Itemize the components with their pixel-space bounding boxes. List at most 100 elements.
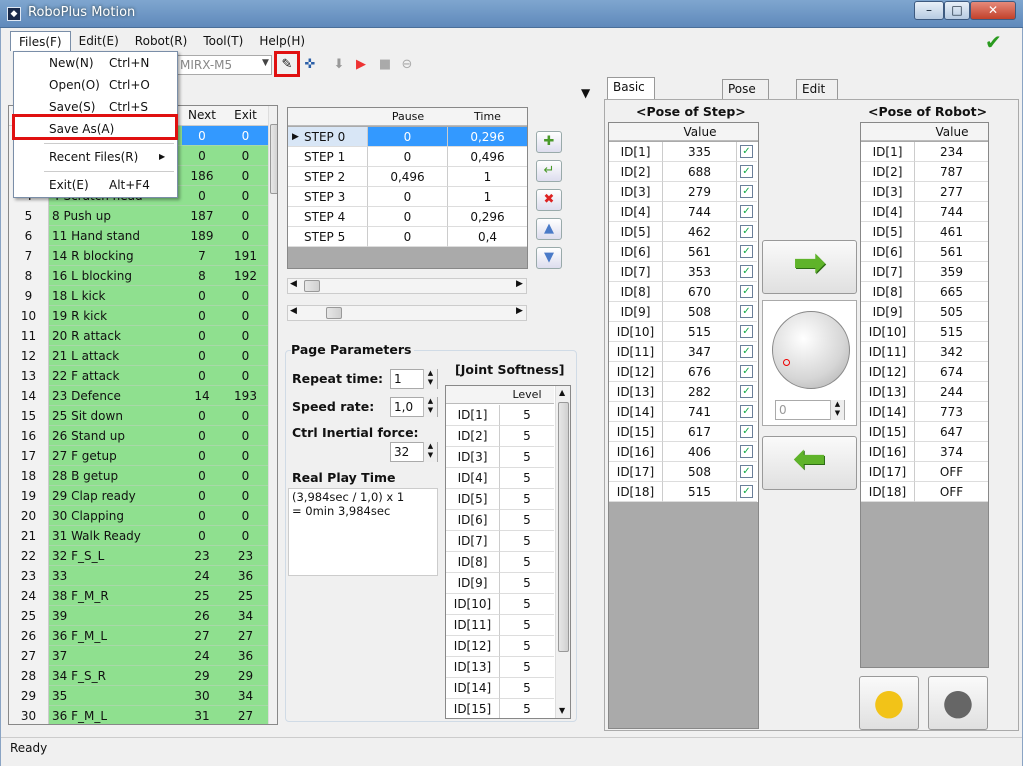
page-row-exit[interactable]: 27	[222, 626, 269, 646]
joint-level[interactable]: 5	[500, 489, 554, 510]
page-row-exit[interactable]: 34	[222, 606, 269, 626]
page-row[interactable]: 23 33 24 36	[9, 566, 269, 586]
menu-edit[interactable]: Edit(E)	[71, 31, 127, 51]
pose-value[interactable]: 741	[663, 402, 737, 422]
page-row-next[interactable]: 0	[182, 366, 222, 386]
pose-value[interactable]: 688	[663, 162, 737, 182]
joint-level[interactable]: 5	[500, 657, 554, 678]
robot-pose-row[interactable]: ID[1] 234	[861, 142, 988, 162]
page-row-exit[interactable]: 0	[222, 486, 269, 506]
step-pose-row[interactable]: ID[7] 353 ✓	[609, 262, 758, 282]
page-row-next[interactable]: 27	[182, 626, 222, 646]
dial-spinner[interactable]: ▲ ▼	[830, 400, 844, 420]
page-row-next[interactable]: 0	[182, 306, 222, 326]
page-row[interactable]: 28 34 F_S_R 29 29	[9, 666, 269, 686]
joint-level[interactable]: 5	[500, 678, 554, 699]
step-row[interactable]: STEP 4 0 0,296	[288, 207, 527, 227]
checkbox-icon[interactable]: ✓	[740, 345, 753, 358]
joint-level[interactable]: 5	[500, 573, 554, 594]
joint-level[interactable]: 5	[500, 615, 554, 636]
page-row[interactable]: 11 20 R attack 0 0	[9, 326, 269, 346]
step-pose-row[interactable]: ID[16] 406 ✓	[609, 442, 758, 462]
step-pose-row[interactable]: ID[9] 508 ✓	[609, 302, 758, 322]
joint-level[interactable]: 5	[500, 552, 554, 573]
checkbox-icon[interactable]: ✓	[740, 185, 753, 198]
page-row-exit[interactable]: 0	[222, 406, 269, 426]
robot-pose-row[interactable]: ID[15] 647	[861, 422, 988, 442]
page-row-exit[interactable]: 193	[222, 386, 269, 406]
step-time[interactable]: 1	[448, 167, 527, 187]
page-row-next[interactable]: 0	[182, 526, 222, 546]
step-hscrollbar-2[interactable]: ◀ ▶	[287, 305, 527, 321]
step-pause[interactable]: 0,496	[368, 167, 448, 187]
page-row[interactable]: 15 25 Sit down 0 0	[9, 406, 269, 426]
page-row-next[interactable]: 7	[182, 246, 222, 266]
robot-pose-row[interactable]: ID[2] 787	[861, 162, 988, 182]
joint-row[interactable]: ID[14] 5	[446, 678, 554, 699]
page-row-exit[interactable]: 192	[222, 266, 269, 286]
page-row-next[interactable]: 0	[182, 286, 222, 306]
page-row-exit[interactable]: 36	[222, 566, 269, 586]
page-row-next[interactable]: 0	[182, 346, 222, 366]
page-row[interactable]: 19 29 Clap ready 0 0	[9, 486, 269, 506]
page-row-next[interactable]: 24	[182, 566, 222, 586]
pose-value[interactable]: 508	[663, 302, 737, 322]
page-row[interactable]: 29 35 30 34	[9, 686, 269, 706]
checkbox-icon[interactable]: ✓	[740, 325, 753, 338]
insert-step-icon[interactable]: ↵	[536, 160, 562, 182]
step-row[interactable]: STEP 5 0 0,4	[288, 227, 527, 247]
page-row-next[interactable]: 23	[182, 546, 222, 566]
step-pose-row[interactable]: ID[18] 515 ✓	[609, 482, 758, 502]
page-row-exit[interactable]: 0	[222, 346, 269, 366]
close-button[interactable]: ✕	[970, 1, 1016, 20]
pose-value[interactable]: 508	[663, 462, 737, 482]
page-row-exit[interactable]: 29	[222, 666, 269, 686]
step-pose-row[interactable]: ID[2] 688 ✓	[609, 162, 758, 182]
page-row[interactable]: 21 31 Walk Ready 0 0	[9, 526, 269, 546]
checkbox-icon[interactable]: ✓	[740, 425, 753, 438]
pose-value[interactable]: 515	[663, 482, 737, 502]
menu-open[interactable]: Open(O) Ctrl+O	[14, 75, 177, 95]
pose-value[interactable]: 282	[663, 382, 737, 402]
step-hscrollbar-1[interactable]: ◀ ▶	[287, 278, 527, 294]
inertial-force-spinner[interactable]: ▲ ▼	[423, 442, 437, 462]
delete-step-button[interactable]: ✖	[536, 189, 562, 211]
play-icon[interactable]: ▶	[352, 56, 370, 74]
step-pause[interactable]: 0	[368, 147, 448, 167]
step-pose-row[interactable]: ID[10] 515 ✓	[609, 322, 758, 342]
page-row[interactable]: 14 23 Defence 14 193	[9, 386, 269, 406]
page-row[interactable]: 26 36 F_M_L 27 27	[9, 626, 269, 646]
step-pose-row[interactable]: ID[1] 335 ✓	[609, 142, 758, 162]
page-row-exit[interactable]: 0	[222, 326, 269, 346]
pose-value[interactable]: 279	[663, 182, 737, 202]
torque-off-button[interactable]: ●	[928, 676, 988, 730]
page-row-exit[interactable]: 0	[222, 426, 269, 446]
page-row-exit[interactable]: 27	[222, 706, 269, 724]
page-row[interactable]: 22 32 F_S_L 23 23	[9, 546, 269, 566]
page-row-next[interactable]: 0	[182, 426, 222, 446]
step-pose-row[interactable]: ID[13] 282 ✓	[609, 382, 758, 402]
page-row-next[interactable]: 0	[182, 326, 222, 346]
step-pose-row[interactable]: ID[11] 347 ✓	[609, 342, 758, 362]
step-pause[interactable]: 0	[368, 187, 448, 207]
step-row[interactable]: STEP 301	[288, 187, 527, 207]
page-row[interactable]: 18 28 B getup 0 0	[9, 466, 269, 486]
joint-level[interactable]: 5	[500, 426, 554, 447]
joint-row[interactable]: ID[8] 5	[446, 552, 554, 573]
page-row-exit[interactable]: 36	[222, 646, 269, 666]
menu-recent-files[interactable]: Recent Files(R) ▶	[14, 147, 177, 167]
page-row-exit[interactable]: 191	[222, 246, 269, 266]
robot-pose-row[interactable]: ID[12] 674	[861, 362, 988, 382]
joint-row[interactable]: ID[7] 5	[446, 531, 554, 552]
step-pose-row[interactable]: ID[14] 741 ✓	[609, 402, 758, 422]
page-row[interactable]: 27 37 24 36	[9, 646, 269, 666]
page-row-exit[interactable]: 0	[222, 146, 269, 166]
page-row-next[interactable]: 26	[182, 606, 222, 626]
move-up-button[interactable]: ▲	[536, 218, 562, 240]
page-row[interactable]: 17 27 F getup 0 0	[9, 446, 269, 466]
robot-pose-row[interactable]: ID[17] OFF	[861, 462, 988, 482]
checkbox-icon[interactable]: ✓	[740, 265, 753, 278]
page-row-exit[interactable]: 0	[222, 306, 269, 326]
robot-pose-row[interactable]: ID[4] 744	[861, 202, 988, 222]
step-time[interactable]: 0,296	[448, 127, 527, 147]
